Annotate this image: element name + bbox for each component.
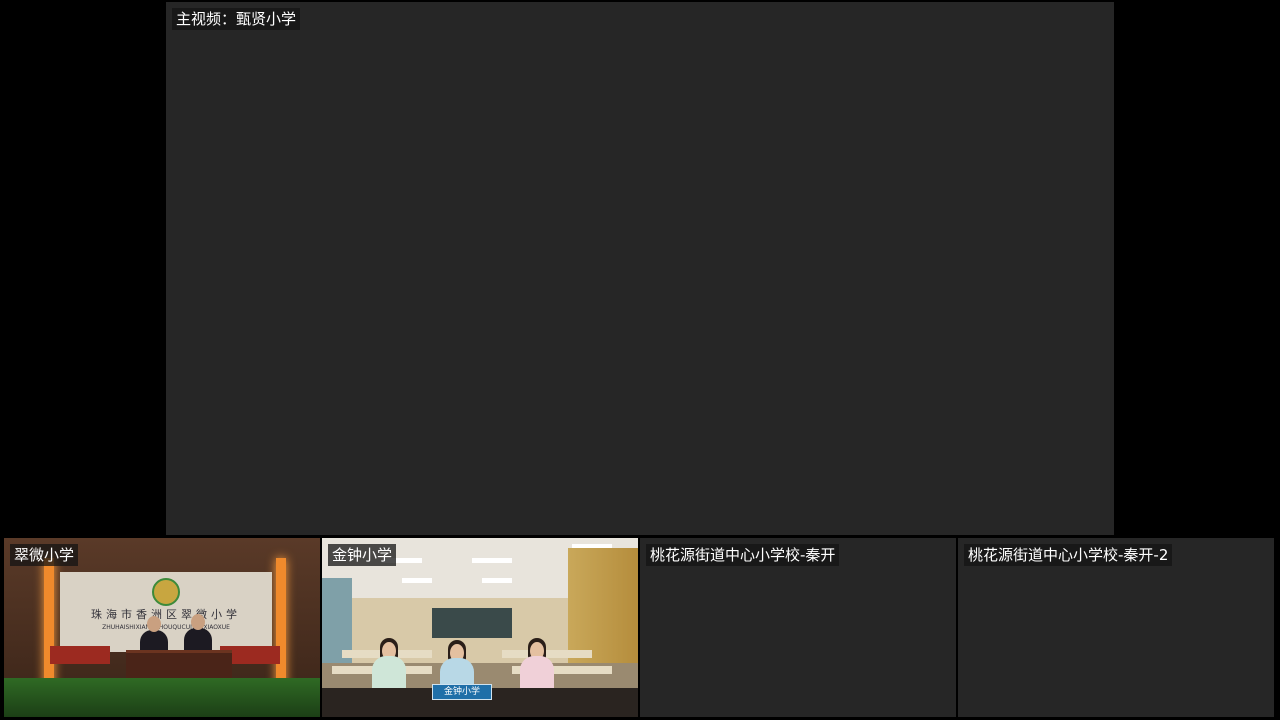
light-pillar <box>276 558 286 688</box>
video-tile-label: 桃花源街道中心小学校-秦开 <box>646 544 840 566</box>
video-tile-cuiwei[interactable]: 珠海市香洲区翠微小学 ZHUHAISHIXIANGZHOUQUCUIWEIXIA… <box>4 538 320 717</box>
video-tile-label: 桃花源街道中心小学校-秦开-2 <box>964 544 1173 566</box>
light-pillar <box>44 558 54 688</box>
classroom-desk <box>502 650 592 658</box>
hedge <box>4 678 320 717</box>
school-emblem-icon <box>152 578 180 606</box>
video-tile-label: 翠微小学 <box>10 544 79 566</box>
main-video-panel[interactable]: 主视频：甄贤小学 <box>166 2 1114 535</box>
backdrop-banner: 珠海市香洲区翠微小学 <box>91 608 241 621</box>
main-video-label: 主视频：甄贤小学 <box>172 8 301 30</box>
flower-planter <box>50 646 110 664</box>
video-tile-label: 金钟小学 <box>328 544 397 566</box>
backdrop-banner-pinyin: ZHUHAISHIXIANGZHOUQUCUIWEIXIAOXUE <box>102 624 230 631</box>
video-tile-taohuayuan-qinkai-2[interactable]: 桃花源街道中心小学校-秦开-2 <box>958 538 1274 717</box>
participant-head <box>147 616 161 632</box>
classroom-board <box>432 608 512 638</box>
ceiling-light <box>482 578 512 583</box>
ceiling-light <box>402 578 432 583</box>
video-tile-jinzhong[interactable]: 金钟小学 金钟小学 <box>322 538 638 717</box>
participant-head <box>191 614 205 630</box>
ceiling-light <box>472 558 512 563</box>
video-tile-taohuayuan-qinkai[interactable]: 桃花源街道中心小学校-秦开 <box>640 538 956 717</box>
desk-nameplate: 金钟小学 <box>432 684 492 700</box>
